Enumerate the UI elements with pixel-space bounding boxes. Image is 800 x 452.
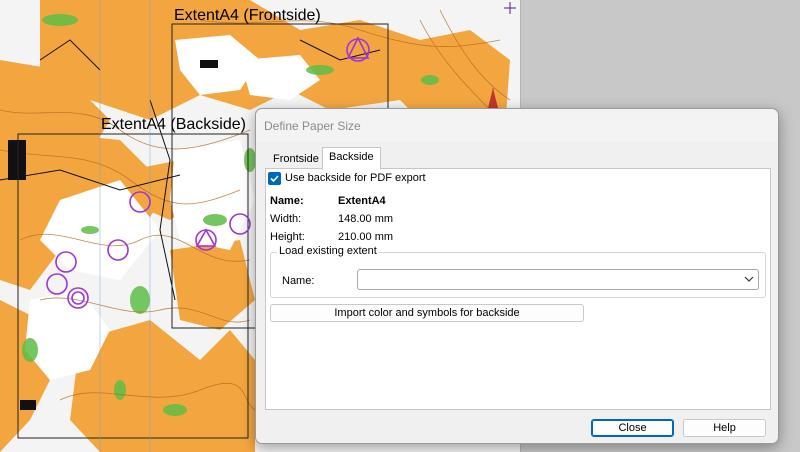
tab-frontside[interactable]: Frontside [266,149,326,169]
plus-icon[interactable] [504,2,516,14]
load-existing-extent-group: Load existing extent Name: [270,245,766,298]
height-label: Height: [270,231,305,243]
backside-tab-panel: Use backside for PDF export Name: Extent… [265,168,771,410]
height-value: 210.00 mm [338,231,394,243]
use-backside-checkbox[interactable] [268,172,281,185]
tab-backside[interactable]: Backside [322,147,381,170]
name-value: ExtentA4 [338,195,386,207]
extent-name-label: Name: [282,275,315,287]
dialog-titlebar[interactable]: Define Paper Size [256,109,778,141]
width-value: 148.00 mm [338,213,394,225]
chevron-down-icon [744,276,754,282]
extent-frontside-label: ExtentA4 (Frontside) [174,7,321,24]
name-label: Name: [270,195,304,207]
import-color-symbols-button[interactable]: Import color and symbols for backside [270,304,584,322]
close-button[interactable]: Close [591,419,674,437]
extent-backside-label: ExtentA4 (Backside) [101,116,246,133]
dialog-title: Define Paper Size [264,119,361,133]
width-label: Width: [270,213,302,225]
define-paper-size-dialog: Define Paper Size Frontside Backside Use… [255,108,779,444]
checkmark-icon [270,175,279,183]
help-button[interactable]: Help [683,419,766,437]
use-backside-label: Use backside for PDF export [285,172,426,184]
extent-name-combobox[interactable] [357,269,759,290]
load-existing-extent-label: Load existing extent [277,245,379,257]
